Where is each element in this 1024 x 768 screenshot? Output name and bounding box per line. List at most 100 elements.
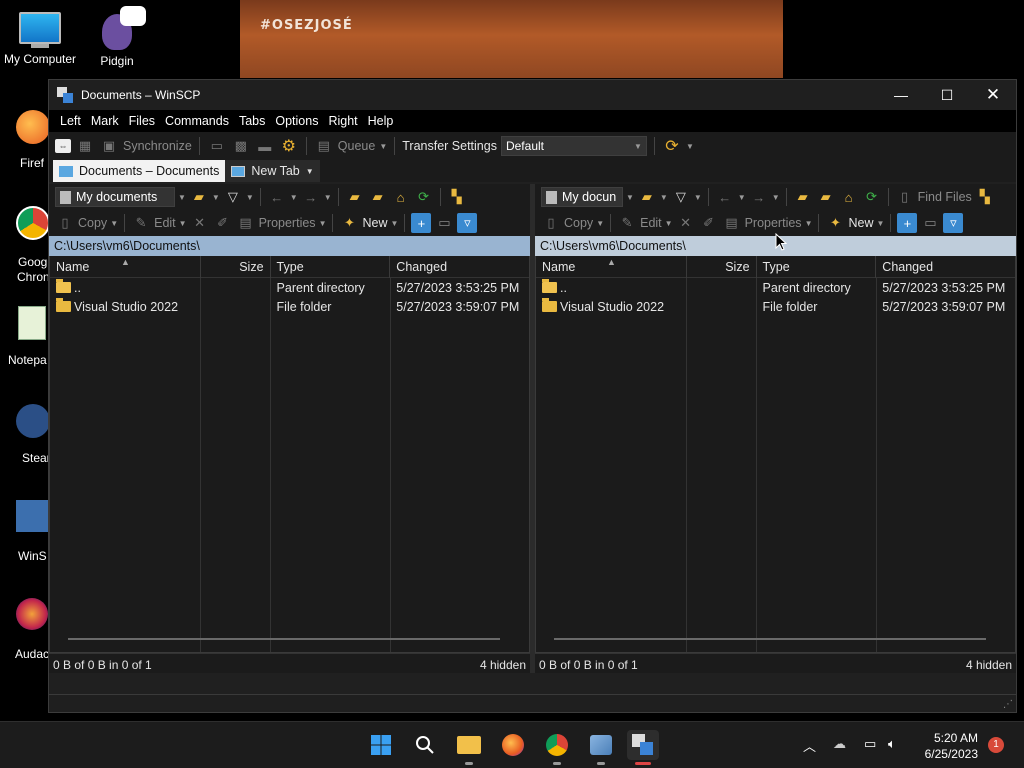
desktop-icon-label-chrome-1[interactable]: Goog [18, 255, 47, 269]
edit-icon[interactable]: ✎ [131, 213, 151, 233]
new-icon[interactable]: ✦ [825, 213, 845, 233]
column-size[interactable]: Size [687, 255, 757, 278]
menu-options[interactable]: Options [270, 114, 323, 128]
chevron-down-icon[interactable]: ▼ [246, 193, 254, 202]
forward-icon[interactable]: → [301, 187, 321, 207]
taskbar-firefox[interactable] [497, 730, 529, 760]
search-button[interactable] [409, 730, 441, 760]
find-files-icon[interactable]: ▯ [895, 187, 915, 207]
start-button[interactable] [365, 730, 397, 760]
edit-button[interactable]: Edit [154, 216, 176, 230]
new-button[interactable]: New [848, 216, 873, 230]
home-icon[interactable]: ⌂ [391, 187, 411, 207]
find-files-button[interactable]: Find Files [918, 190, 972, 204]
console-icon[interactable]: ▭ [207, 136, 227, 156]
horizontal-scrollbar[interactable] [68, 638, 500, 640]
menu-left[interactable]: Left [55, 114, 86, 128]
table-row[interactable]: .. Parent directory 5/27/2023 3:53:25 PM [536, 278, 1015, 297]
forward-icon[interactable]: → [749, 187, 769, 207]
queue-button[interactable]: Queue [338, 139, 376, 153]
left-path-bar[interactable]: C:\Users\vm6\Documents\ [49, 236, 530, 256]
chevron-down-icon[interactable]: ▼ [319, 219, 327, 228]
table-row[interactable]: .. Parent directory 5/27/2023 3:53:25 PM [50, 278, 529, 297]
chevron-down-icon[interactable]: ▼ [179, 219, 187, 228]
column-type[interactable]: Type [271, 255, 391, 278]
show-hidden-icons-chevron-icon[interactable]: ︿ [803, 736, 816, 755]
copy-button[interactable]: Copy [78, 216, 107, 230]
maximize-button[interactable]: ☐ [924, 80, 970, 110]
select-files-icon[interactable]: ▿ [943, 213, 964, 233]
root-directory-icon[interactable]: ▰ [368, 187, 388, 207]
open-session-icon[interactable]: ▬ [255, 136, 275, 156]
unselect-all-icon[interactable]: ▭ [920, 213, 940, 233]
compare-directories-icon[interactable]: ⇔ [55, 139, 71, 153]
chevron-down-icon[interactable]: ▼ [290, 193, 298, 202]
column-type[interactable]: Type [757, 255, 877, 278]
root-directory-icon[interactable]: ▰ [816, 187, 836, 207]
table-row[interactable]: Visual Studio 2022 File folder 5/27/2023… [50, 297, 529, 316]
desktop-icon-pidgin[interactable]: Pidgin [77, 6, 157, 68]
edit-icon[interactable]: ✎ [617, 213, 637, 233]
transfer-settings-select[interactable]: Default ▼ [500, 136, 647, 156]
putty-icon[interactable]: ▩ [231, 136, 251, 156]
new-button[interactable]: New [362, 216, 387, 230]
menu-mark[interactable]: Mark [86, 114, 124, 128]
right-file-list[interactable]: Name ▲ Size Type Changed .. Parent direc… [535, 255, 1016, 653]
parent-directory-icon[interactable]: ▰ [793, 187, 813, 207]
refresh-icon[interactable]: ⟳ [414, 187, 434, 207]
column-changed[interactable]: Changed [876, 256, 1015, 278]
queue-dropdown-icon[interactable]: ▼ [379, 142, 387, 151]
tab-documents[interactable]: Documents – Documents [53, 160, 226, 182]
hidden-count[interactable]: 4 hidden [480, 658, 526, 672]
chevron-down-icon[interactable]: ▼ [694, 193, 702, 202]
resize-grip-icon[interactable]: ⋰ [1003, 699, 1013, 710]
tree-toggle-icon[interactable]: ▚ [975, 187, 995, 207]
chevron-down-icon[interactable]: ▼ [738, 193, 746, 202]
column-changed[interactable]: Changed [390, 256, 529, 278]
desktop-icon-my-computer[interactable]: My Computer [0, 8, 80, 66]
rename-icon[interactable]: ✐ [699, 213, 719, 233]
right-location-select[interactable]: My docun [541, 187, 623, 207]
desktop-icon-label-chrome-2[interactable]: Chron [17, 270, 50, 284]
properties-icon[interactable]: ▤ [236, 213, 256, 233]
properties-button[interactable]: Properties [745, 216, 802, 230]
open-directory-icon[interactable]: ▰ [637, 187, 657, 207]
copy-button[interactable]: Copy [564, 216, 593, 230]
menu-help[interactable]: Help [363, 114, 399, 128]
volume-icon[interactable]: 🔈︎ [888, 736, 896, 752]
new-icon[interactable]: ✦ [339, 213, 359, 233]
column-size[interactable]: Size [201, 255, 271, 278]
taskbar-chrome[interactable] [541, 730, 573, 765]
chevron-down-icon[interactable]: ▼ [626, 193, 634, 202]
synchronize-browsing-icon[interactable]: ▦ [75, 136, 95, 156]
menu-right[interactable]: Right [323, 114, 362, 128]
properties-icon[interactable]: ▤ [722, 213, 742, 233]
home-icon[interactable]: ⌂ [839, 187, 859, 207]
rename-icon[interactable]: ✐ [213, 213, 233, 233]
taskbar-winscp[interactable] [627, 730, 659, 765]
delete-icon[interactable]: ✕ [190, 213, 210, 233]
chevron-down-icon[interactable]: ▼ [391, 219, 399, 228]
chevron-down-icon[interactable]: ▼ [306, 167, 314, 176]
chevron-down-icon[interactable]: ▼ [596, 219, 604, 228]
network-icon[interactable]: ▭ [864, 736, 876, 752]
tab-new-tab[interactable]: New Tab ▼ [225, 160, 320, 182]
menu-tabs[interactable]: Tabs [234, 114, 270, 128]
desktop-icon-label-steam[interactable]: Stear [22, 451, 51, 465]
sync-dropdown-icon[interactable]: ▼ [686, 142, 694, 151]
menu-files[interactable]: Files [124, 114, 160, 128]
left-location-select[interactable]: My documents [55, 187, 175, 207]
synchronize-icon[interactable]: ▣ [99, 136, 119, 156]
desktop-icon-label-winscp[interactable]: WinS [18, 549, 47, 563]
unselect-all-icon[interactable]: ▭ [434, 213, 454, 233]
onedrive-offline-icon[interactable]: ☁ [833, 736, 846, 752]
copy-icon[interactable]: ▯ [541, 213, 561, 233]
delete-icon[interactable]: ✕ [676, 213, 696, 233]
notification-badge[interactable]: 1 [988, 737, 1004, 753]
chevron-down-icon[interactable]: ▼ [178, 193, 186, 202]
desktop-icon-label-audacity[interactable]: Audac [15, 647, 49, 661]
preferences-gear-icon[interactable]: ⚙ [279, 136, 299, 156]
select-files-icon[interactable]: ▿ [457, 213, 478, 233]
taskbar-control-panel[interactable] [585, 730, 617, 765]
chevron-down-icon[interactable]: ▼ [324, 193, 332, 202]
